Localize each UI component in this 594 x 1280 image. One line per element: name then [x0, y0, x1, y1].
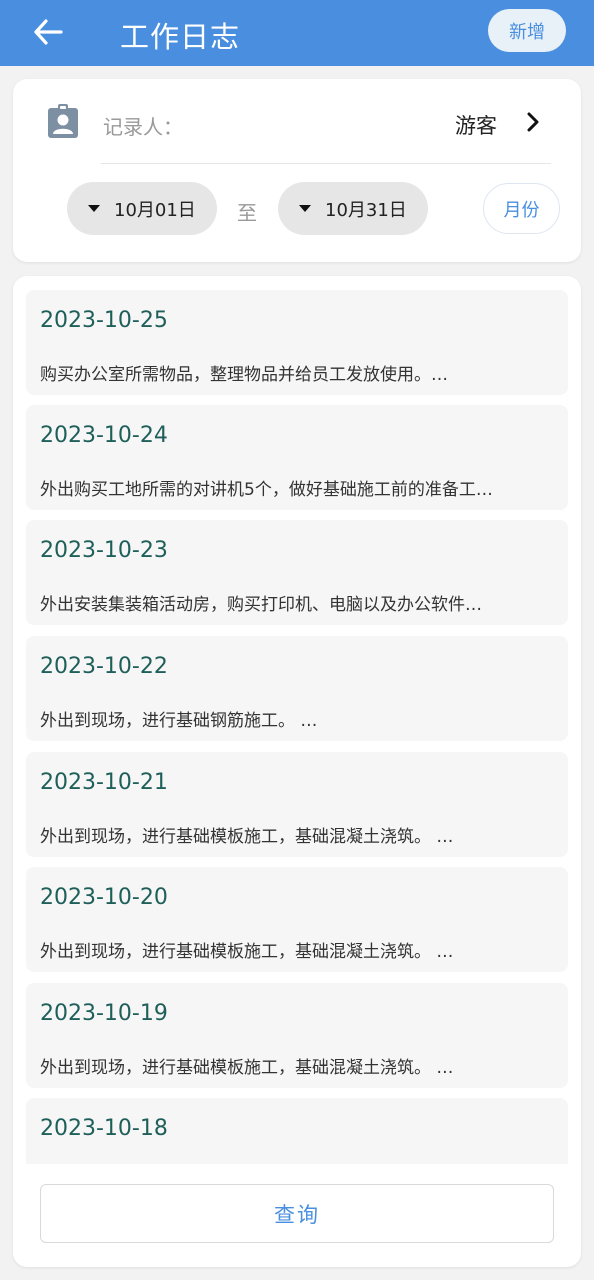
top-bar: 工作日志 新增	[0, 0, 594, 66]
range-separator: 至	[237, 201, 257, 225]
log-date: 2023-10-25	[40, 308, 168, 333]
divider	[101, 163, 551, 164]
log-description: 外出到现场，进行基础钢筋施工。 …	[40, 711, 318, 731]
log-item[interactable]: 2023-10-20 外出到现场，进行基础模板施工，基础混凝土浇筑。 …	[26, 867, 568, 972]
log-date: 2023-10-18	[40, 1116, 168, 1141]
arrow-left-icon	[34, 19, 63, 45]
caret-down-icon	[88, 205, 100, 212]
log-date: 2023-10-19	[40, 1001, 168, 1026]
log-description: 外出到现场，进行基础模板施工，基础混凝土浇筑。 …	[40, 942, 454, 962]
log-item[interactable]: 2023-10-22 外出到现场，进行基础钢筋施工。 …	[26, 636, 568, 741]
add-button[interactable]: 新增	[488, 9, 566, 52]
contact-card-icon	[48, 104, 78, 138]
back-button[interactable]	[28, 12, 68, 52]
recorder-label: 记录人：	[103, 115, 183, 139]
log-date: 2023-10-22	[40, 654, 168, 679]
app: 工作日志 新增 记录人： 游客 10月01日 至 10月31日 月份 2023-…	[0, 0, 594, 1280]
log-date: 2023-10-21	[40, 770, 168, 795]
log-description: 外出到现场，进行基础模板施工，基础混凝土浇筑。 …	[40, 827, 454, 847]
start-date-picker[interactable]: 10月01日	[67, 182, 217, 235]
caret-down-icon	[299, 205, 311, 212]
log-item[interactable]: 2023-10-25 购买办公室所需物品，整理物品并给员工发放使用。…	[26, 290, 568, 395]
log-list[interactable]: 2023-10-25 购买办公室所需物品，整理物品并给员工发放使用。… 2023…	[26, 290, 568, 1164]
log-description: 外出到现场，进行基础模板施工，基础混凝土浇筑。 …	[40, 1058, 454, 1078]
log-list-card: 2023-10-25 购买办公室所需物品，整理物品并给员工发放使用。… 2023…	[13, 276, 581, 1267]
start-date-value: 10月01日	[114, 199, 196, 221]
log-date: 2023-10-20	[40, 885, 168, 910]
chevron-right-icon[interactable]	[525, 111, 541, 133]
log-description: 外出购买工地所需的对讲机5个，做好基础施工前的准备工…	[40, 480, 493, 500]
log-description: 外出安装集装箱活动房，购买打印机、电脑以及办公软件…	[40, 595, 482, 615]
log-item[interactable]: 2023-10-19 外出到现场，进行基础模板施工，基础混凝土浇筑。 …	[26, 983, 568, 1088]
log-item[interactable]: 2023-10-24 外出购买工地所需的对讲机5个，做好基础施工前的准备工…	[26, 405, 568, 510]
log-item[interactable]: 2023-10-18	[26, 1098, 568, 1164]
page-title: 工作日志	[120, 20, 241, 54]
log-item[interactable]: 2023-10-23 外出安装集装箱活动房，购买打印机、电脑以及办公软件…	[26, 520, 568, 625]
end-date-picker[interactable]: 10月31日	[278, 182, 428, 235]
query-button[interactable]: 查询	[40, 1184, 554, 1243]
month-button[interactable]: 月份	[483, 183, 560, 234]
recorder-value[interactable]: 游客	[455, 110, 497, 140]
log-date: 2023-10-24	[40, 423, 168, 448]
filter-card: 记录人： 游客 10月01日 至 10月31日 月份	[13, 79, 581, 262]
log-date: 2023-10-23	[40, 538, 168, 563]
log-item[interactable]: 2023-10-21 外出到现场，进行基础模板施工，基础混凝土浇筑。 …	[26, 752, 568, 857]
log-description: 购买办公室所需物品，整理物品并给员工发放使用。…	[40, 365, 448, 385]
end-date-value: 10月31日	[325, 199, 407, 221]
